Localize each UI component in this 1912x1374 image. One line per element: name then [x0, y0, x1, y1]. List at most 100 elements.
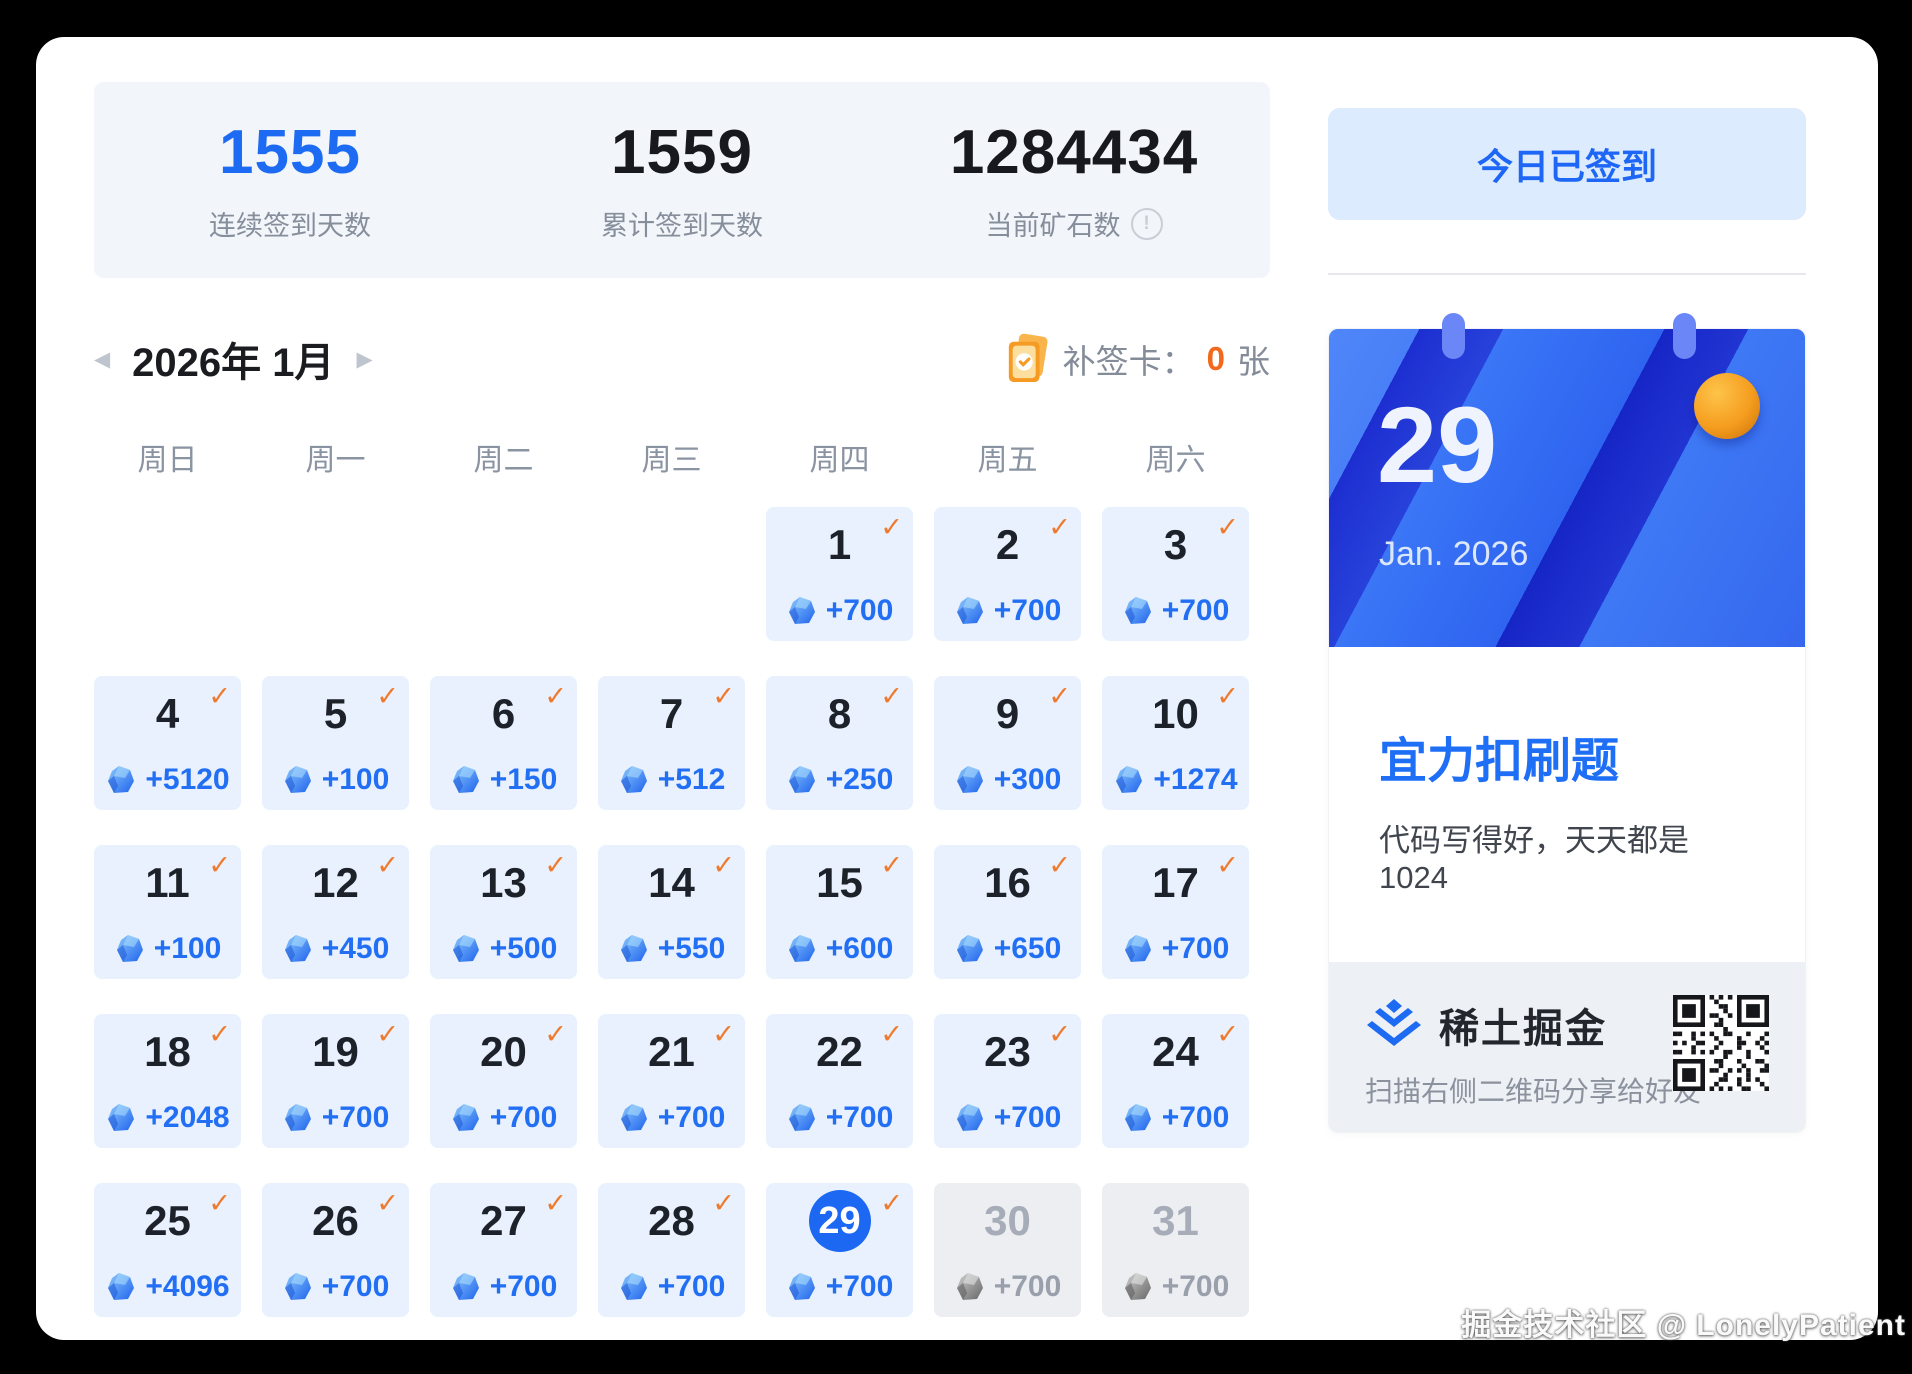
makeup-card-label: 补签卡：	[1063, 335, 1195, 383]
day-reward: +650	[934, 932, 1081, 966]
stat-value: 1555	[94, 117, 486, 188]
card-subtitle: 代码写得好，天天都是1024	[1379, 815, 1755, 896]
day-number: 13	[480, 859, 527, 907]
day-cell[interactable]: ✓ 2 +700	[934, 507, 1081, 641]
day-cell[interactable]: ✓ 29 +700	[766, 1183, 913, 1317]
day-reward: +550	[598, 932, 745, 966]
check-icon: ✓	[1048, 850, 1071, 881]
day-reward: +700	[1102, 594, 1249, 628]
day-number: 16	[984, 859, 1031, 907]
day-number: 30	[984, 1197, 1031, 1245]
day-number: 11	[145, 859, 189, 907]
day-reward: +300	[934, 763, 1081, 797]
empty-cell	[430, 507, 577, 641]
day-number: 26	[312, 1197, 359, 1245]
signed-in-button[interactable]: 今日已签到	[1328, 108, 1806, 220]
day-reward: +5120	[94, 763, 241, 797]
weekday-header: 周日 周一 周二 周三 周四 周五 周六	[94, 443, 1270, 479]
ore-icon	[1122, 595, 1154, 627]
card-title: 宜力扣刷题	[1379, 721, 1755, 791]
day-cell[interactable]: ✓ 14 +550	[598, 845, 745, 979]
day-cell[interactable]: ✓ 31 +700	[1102, 1183, 1249, 1317]
weekday-label: 周六	[1102, 443, 1249, 479]
day-cell[interactable]: ✓ 27 +700	[430, 1183, 577, 1317]
day-cell[interactable]: ✓ 10 +1274	[1102, 676, 1249, 810]
day-cell[interactable]: ✓ 17 +700	[1102, 845, 1249, 979]
ore-icon	[450, 1102, 482, 1134]
ore-icon	[618, 764, 650, 796]
day-cell[interactable]: ✓ 5 +100	[262, 676, 409, 810]
day-cell[interactable]: ✓ 25 +4096	[94, 1183, 241, 1317]
check-icon: ✓	[712, 850, 735, 881]
day-cell[interactable]: ✓ 9 +300	[934, 676, 1081, 810]
ore-icon	[954, 595, 986, 627]
day-number: 9	[996, 690, 1019, 738]
info-icon[interactable]: !	[1131, 208, 1163, 240]
day-number: 14	[648, 859, 695, 907]
day-reward: +150	[430, 763, 577, 797]
divider	[1328, 273, 1806, 275]
day-number: 24	[1152, 1028, 1199, 1076]
check-icon: ✓	[880, 1019, 903, 1050]
reward-value: +2048	[145, 1101, 229, 1135]
stat-item: 1559 累计签到天数	[486, 117, 878, 243]
stat-label: 连续签到天数	[209, 204, 371, 243]
day-number: 7	[660, 690, 683, 738]
day-number: 21	[648, 1028, 695, 1076]
day-reward: +600	[766, 932, 913, 966]
check-icon: ✓	[544, 850, 567, 881]
day-cell[interactable]: ✓ 20 +700	[430, 1014, 577, 1148]
day-cell[interactable]: ✓ 3 +700	[1102, 507, 1249, 641]
weekday-label: 周五	[934, 443, 1081, 479]
makeup-card-info[interactable]: 补签卡： 0 张	[1005, 333, 1270, 385]
day-cell[interactable]: ✓ 11 +100	[94, 845, 241, 979]
makeup-card-icon	[1005, 333, 1051, 385]
check-icon: ✓	[1048, 681, 1071, 712]
day-cell[interactable]: ✓ 30 +700	[934, 1183, 1081, 1317]
day-cell[interactable]: ✓ 6 +150	[430, 676, 577, 810]
juejin-logo-icon	[1365, 998, 1423, 1052]
month-label: 2026年 1月	[132, 330, 334, 388]
ore-icon	[282, 1271, 314, 1303]
check-icon: ✓	[880, 850, 903, 881]
day-cell[interactable]: ✓ 18 +2048	[94, 1014, 241, 1148]
day-cell[interactable]: ✓ 13 +500	[430, 845, 577, 979]
day-cell[interactable]: ✓ 1 +700	[766, 507, 913, 641]
calendar-pin-icon	[1673, 313, 1696, 359]
weekday-label: 周一	[262, 443, 409, 479]
check-icon: ✓	[1216, 512, 1239, 543]
day-cell[interactable]: ✓ 21 +700	[598, 1014, 745, 1148]
day-cell[interactable]: ✓ 15 +600	[766, 845, 913, 979]
reward-value: +250	[826, 763, 894, 797]
day-cell[interactable]: ✓ 26 +700	[262, 1183, 409, 1317]
reward-value: +4096	[145, 1270, 229, 1304]
day-cell[interactable]: ✓ 24 +700	[1102, 1014, 1249, 1148]
ore-icon	[786, 1271, 818, 1303]
day-cell[interactable]: ✓ 22 +700	[766, 1014, 913, 1148]
day-cell[interactable]: ✓ 7 +512	[598, 676, 745, 810]
card-cover-image: 29 Jan. 2026	[1329, 329, 1805, 647]
reward-value: +550	[658, 932, 726, 966]
day-cell[interactable]: ✓ 16 +650	[934, 845, 1081, 979]
reward-value: +650	[994, 932, 1062, 966]
day-cell[interactable]: ✓ 28 +700	[598, 1183, 745, 1317]
ore-icon	[618, 1271, 650, 1303]
day-cell[interactable]: ✓ 8 +250	[766, 676, 913, 810]
check-icon: ✓	[1216, 681, 1239, 712]
ore-icon	[282, 764, 314, 796]
ore-icon	[450, 1271, 482, 1303]
ore-icon	[1122, 1271, 1154, 1303]
makeup-card-count: 0	[1207, 340, 1225, 378]
prev-month-icon[interactable]: ◀	[94, 349, 110, 370]
day-cell[interactable]: ✓ 23 +700	[934, 1014, 1081, 1148]
day-cell[interactable]: ✓ 4 +5120	[94, 676, 241, 810]
ore-icon	[1122, 933, 1154, 965]
next-month-icon[interactable]: ▶	[357, 349, 373, 370]
day-cell[interactable]: ✓ 12 +450	[262, 845, 409, 979]
ore-icon	[1113, 764, 1145, 796]
day-reward: +700	[262, 1270, 409, 1304]
check-icon: ✓	[376, 681, 399, 712]
calendar-grid: ✓ 1 +700 ✓	[94, 507, 1270, 1317]
day-number: 25	[144, 1197, 191, 1245]
day-cell[interactable]: ✓ 19 +700	[262, 1014, 409, 1148]
